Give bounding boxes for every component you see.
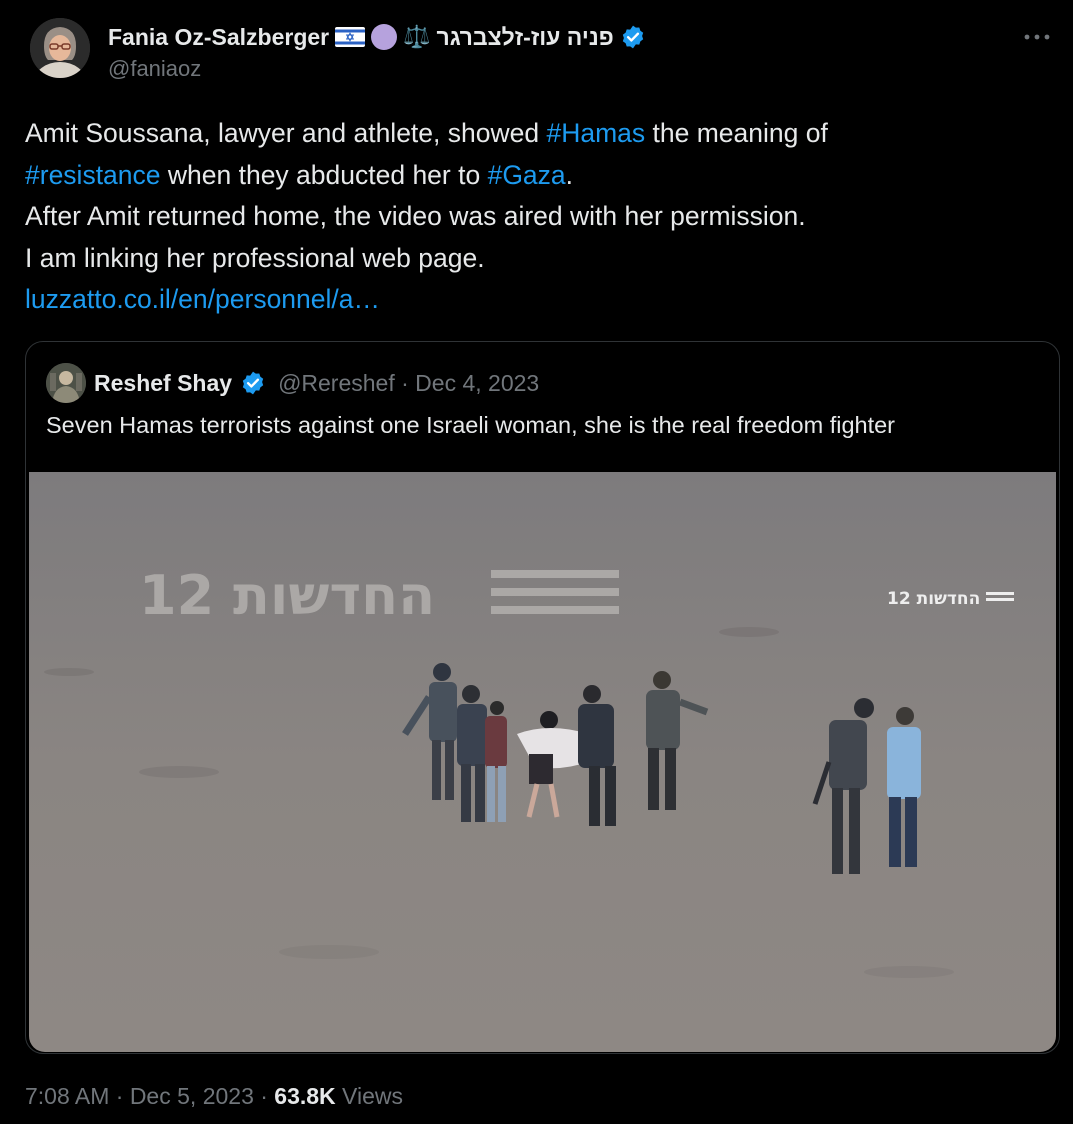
more-icon xyxy=(1024,34,1050,40)
more-options-button[interactable] xyxy=(1019,24,1055,50)
tweet-line-3: After Amit returned home, the video was … xyxy=(25,201,806,231)
verified-badge-icon xyxy=(620,24,646,50)
tweet-timestamp[interactable]: 7:08 AM · Dec 5, 2023 · xyxy=(25,1083,274,1109)
views-label: Views xyxy=(335,1083,403,1109)
quoted-tweet-card[interactable]: Reshef Shay @Rereshef · Dec 4, 2023 Seve… xyxy=(25,341,1060,1054)
author-display-name[interactable]: Fania Oz-Salzberger xyxy=(108,24,329,51)
hashtag-resistance-link[interactable]: #resistance xyxy=(25,160,161,190)
author-hebrew-name: פניה עוז-זלצברגר xyxy=(436,23,614,50)
author-name-row: Fania Oz-Salzberger ⚖️ פניה עוז-זלצברגר xyxy=(108,20,646,54)
hashtag-gaza-link[interactable]: #Gaza xyxy=(488,160,566,190)
quoted-tweet-text: Seven Hamas terrorists against one Israe… xyxy=(46,412,896,438)
tweet-text: Amit Soussana, lawyer and athlete, showe… xyxy=(25,113,1045,321)
external-link[interactable]: luzzatto.co.il/en/personnel/a… xyxy=(25,279,1045,321)
video-watermark-large: 12 החדשות xyxy=(139,564,435,627)
author-avatar[interactable] xyxy=(30,18,90,78)
hashtag-hamas-link[interactable]: #Hamas xyxy=(546,118,645,148)
tweet-text-segment: Amit Soussana, lawyer and athlete, showe… xyxy=(25,118,547,148)
tweet-line-2: #resistance when they abducted her to #G… xyxy=(25,155,1045,197)
tweet-detail: Fania Oz-Salzberger ⚖️ פניה עוז-זלצברגר … xyxy=(0,0,1073,1124)
quoted-author-avatar[interactable] xyxy=(46,363,86,403)
author-handle[interactable]: @faniaoz xyxy=(108,56,201,82)
scales-icon: ⚖️ xyxy=(403,24,431,49)
video-frame: 12 החדשות 12 החדשות xyxy=(29,472,1056,1052)
tweet-footer: 7:08 AM · Dec 5, 2023 · 63.8K Views xyxy=(25,1083,403,1110)
tweet-text-segment: . xyxy=(565,159,574,190)
views-count: 63.8K xyxy=(274,1083,336,1109)
tweet-text-segment: the meaning of xyxy=(645,118,828,148)
video-watermark-small: 12 החדשות xyxy=(887,589,980,609)
israel-flag-icon xyxy=(335,27,366,47)
quoted-author-name[interactable]: Reshef Shay xyxy=(94,370,232,397)
verified-badge-icon xyxy=(240,370,266,396)
quoted-handle-date: @Rereshef · Dec 4, 2023 xyxy=(278,369,540,396)
quoted-tweet-header: Reshef Shay @Rereshef · Dec 4, 2023 xyxy=(46,362,539,404)
purple-circle-icon xyxy=(371,24,398,50)
tweet-line-1: Amit Soussana, lawyer and athlete, showe… xyxy=(25,113,1045,155)
tweet-line-4: I am linking her professional web page. xyxy=(25,242,485,273)
quoted-video[interactable]: 12 החדשות 12 החדשות xyxy=(29,472,1056,1052)
tweet-text-segment: when they abducted her to xyxy=(160,159,488,190)
